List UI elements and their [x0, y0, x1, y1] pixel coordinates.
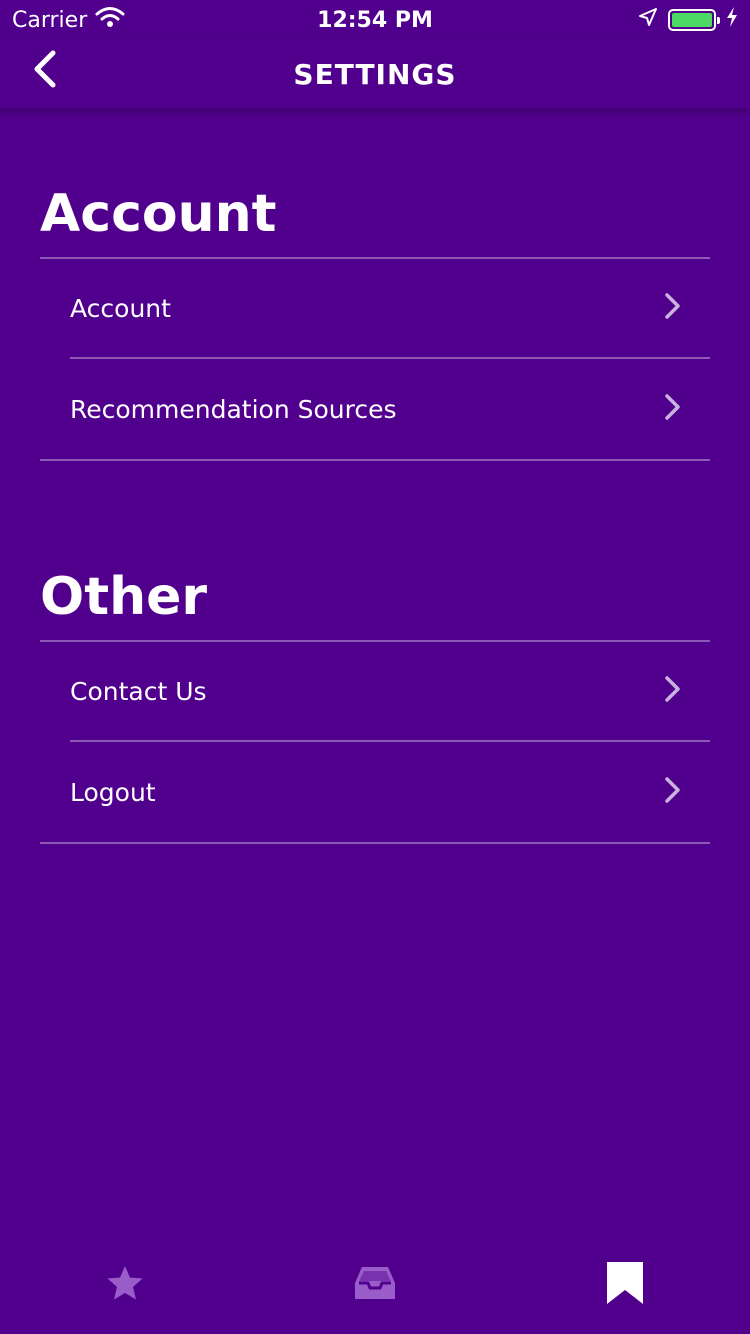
charging-bolt-icon [726, 6, 738, 34]
star-icon [106, 1265, 144, 1305]
back-button[interactable] [22, 46, 66, 96]
chevron-right-icon [664, 776, 682, 808]
location-arrow-icon [638, 7, 658, 33]
status-left: Carrier [12, 6, 125, 34]
tab-saved[interactable] [565, 1245, 685, 1325]
carrier-label: Carrier [12, 7, 88, 33]
section-divider [40, 842, 710, 844]
section-title-account: Account [40, 184, 277, 244]
status-right [638, 6, 738, 34]
tab-inbox[interactable] [315, 1245, 435, 1325]
status-bar: Carrier 12:54 PM [0, 0, 750, 40]
settings-row-account[interactable]: Account [70, 258, 710, 358]
settings-row-recommendation-sources[interactable]: Recommendation Sources [70, 359, 710, 459]
tab-bar [0, 1236, 750, 1334]
settings-row-contact-us[interactable]: Contact Us [70, 641, 710, 741]
chevron-right-icon [664, 675, 682, 707]
battery-level [672, 13, 712, 27]
bookmark-icon [605, 1260, 645, 1310]
chevron-left-icon [31, 49, 57, 93]
chevron-right-icon [664, 393, 682, 425]
chevron-right-icon [664, 292, 682, 324]
settings-screen: Carrier 12:54 PM SETTINGS Account Accoun… [0, 0, 750, 1334]
section-divider [40, 459, 710, 461]
row-label: Account [70, 293, 171, 323]
tab-favorites[interactable] [65, 1245, 185, 1325]
section-title-other: Other [40, 567, 207, 627]
row-label: Logout [70, 777, 156, 807]
inbox-icon [353, 1265, 397, 1305]
row-label: Contact Us [70, 676, 207, 706]
row-label: Recommendation Sources [70, 394, 397, 424]
wifi-icon [95, 6, 125, 34]
settings-row-logout[interactable]: Logout [70, 742, 710, 842]
page-title: SETTINGS [293, 57, 457, 91]
battery-icon [668, 9, 720, 31]
navigation-bar: SETTINGS [0, 40, 750, 108]
